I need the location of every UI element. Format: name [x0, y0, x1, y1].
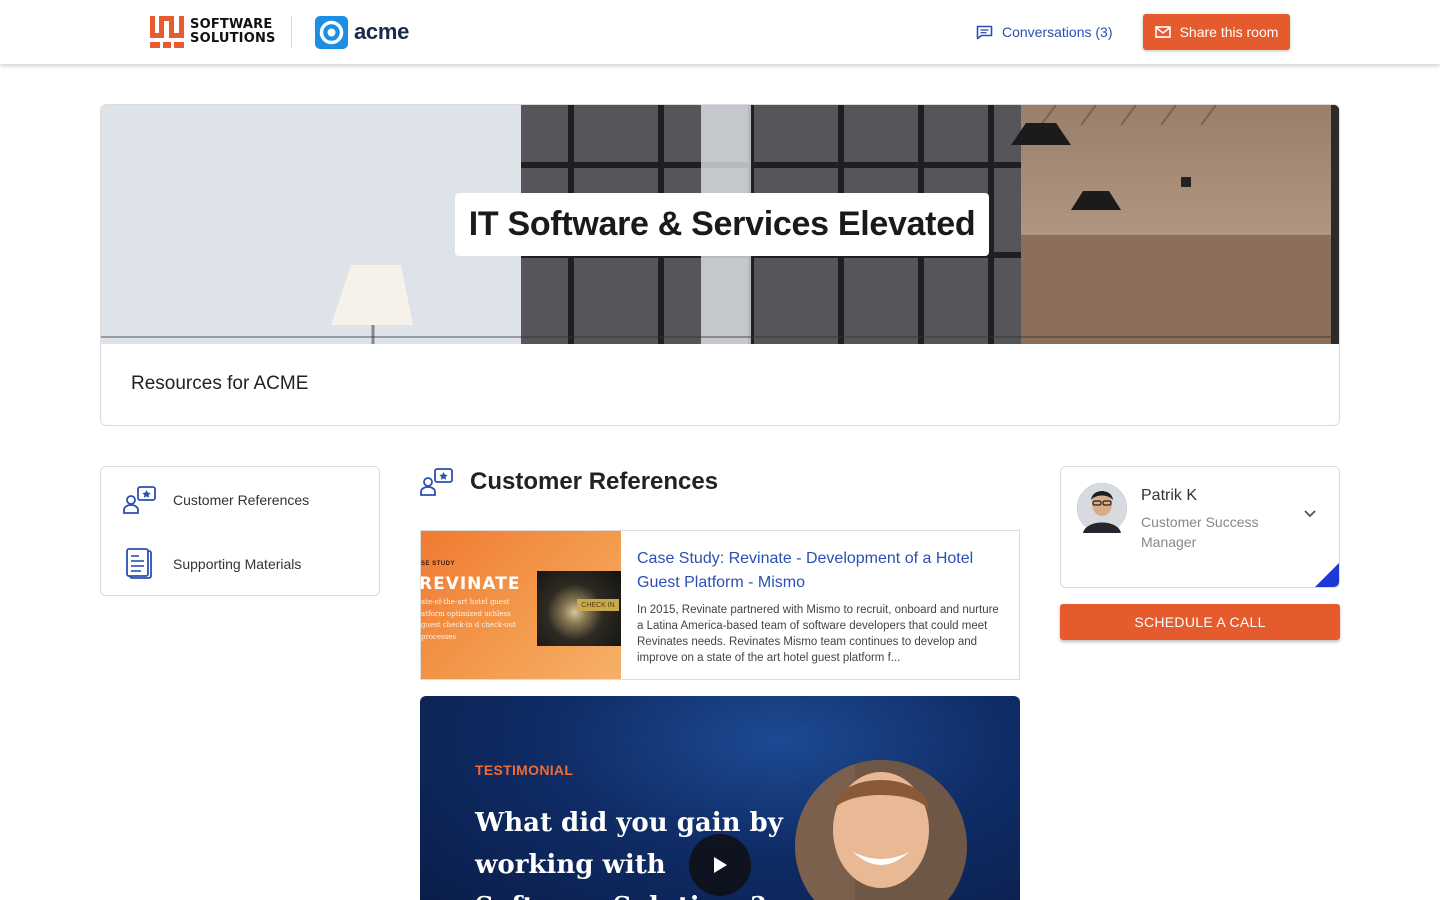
- conversations-link[interactable]: Conversations (3): [976, 20, 1113, 44]
- share-room-label: Share this room: [1179, 24, 1279, 40]
- play-video-button[interactable]: [689, 834, 751, 896]
- software-solutions-logo-mark: [150, 16, 184, 48]
- testimonial-speaker-photo: [795, 760, 967, 900]
- document-icon: [126, 548, 152, 579]
- thumbnail-tag: CHECK IN: [577, 599, 619, 611]
- logo-divider: [291, 16, 292, 48]
- resources-title: Resources for ACME: [131, 373, 309, 394]
- contact-name: Patrik K: [1141, 487, 1198, 504]
- thumbnail-blurb: ate-of-the-art hotel guest atform optimi…: [421, 598, 516, 641]
- case-study-description: In 2015, Revinate partnered with Mismo t…: [637, 604, 999, 664]
- corner-accent: [1315, 563, 1339, 587]
- avatar: [1077, 483, 1127, 533]
- thumbnail-photo: CHECK IN: [537, 571, 621, 646]
- customer-references-icon: [123, 486, 156, 514]
- testimonial-video-card[interactable]: TESTIMONIAL What did you gain by working…: [420, 696, 1020, 900]
- case-study-thumbnail: SE STUDY REVINATE ate-of-the-art hotel g…: [421, 531, 621, 679]
- section-title: Customer References: [470, 468, 719, 495]
- conversations-label: Conversations (3): [1002, 24, 1113, 40]
- contact-role: Customer Success Manager: [1141, 514, 1259, 550]
- top-bar: SOFTWARE SOLUTIONS acme Conversations (3…: [0, 0, 1440, 64]
- section-header: Customer References: [420, 466, 718, 498]
- chat-icon: [976, 25, 993, 39]
- sidebar-item-label: Supporting Materials: [173, 556, 302, 572]
- software-solutions-wordmark: SOFTWARE SOLUTIONS: [190, 17, 276, 46]
- avatar-portrait: [1077, 483, 1127, 533]
- mail-icon: [1154, 26, 1171, 38]
- sidebar-nav: Customer References Supporting Materials: [100, 466, 380, 596]
- hero-card: IT Software & Services Elevated Resource…: [100, 104, 1340, 426]
- hero-banner-image: IT Software & Services Elevated: [101, 105, 1339, 344]
- contact-card[interactable]: Patrik K Customer Success Manager: [1060, 466, 1340, 588]
- acme-logo-icon: [315, 15, 348, 49]
- hero-title: IT Software & Services Elevated: [455, 193, 989, 256]
- case-study-body: Case Study: Revinate - Development of a …: [637, 547, 1007, 666]
- play-icon: [714, 857, 727, 873]
- sidebar-item-customer-references[interactable]: Customer References: [123, 484, 309, 516]
- acme-logo[interactable]: acme: [315, 15, 409, 49]
- case-study-card[interactable]: SE STUDY REVINATE ate-of-the-art hotel g…: [420, 530, 1020, 680]
- thumbnail-title: REVINATE: [421, 574, 521, 594]
- schedule-call-button[interactable]: SCHEDULE A CALL: [1060, 604, 1340, 640]
- sidebar-item-supporting-materials[interactable]: Supporting Materials: [123, 548, 301, 580]
- sidebar-item-label: Customer References: [173, 492, 310, 508]
- thumbnail-kicker: SE STUDY: [421, 561, 456, 567]
- speaker-portrait: [795, 760, 967, 900]
- customer-references-icon: [420, 468, 453, 496]
- case-study-title-link[interactable]: Case Study: Revinate - Development of a …: [637, 547, 1007, 595]
- share-room-button[interactable]: Share this room: [1143, 14, 1290, 50]
- chevron-down-icon[interactable]: [1303, 509, 1317, 518]
- software-solutions-logo[interactable]: SOFTWARE SOLUTIONS: [150, 16, 276, 48]
- testimonial-kicker: TESTIMONIAL: [475, 762, 574, 778]
- acme-wordmark: acme: [354, 19, 410, 44]
